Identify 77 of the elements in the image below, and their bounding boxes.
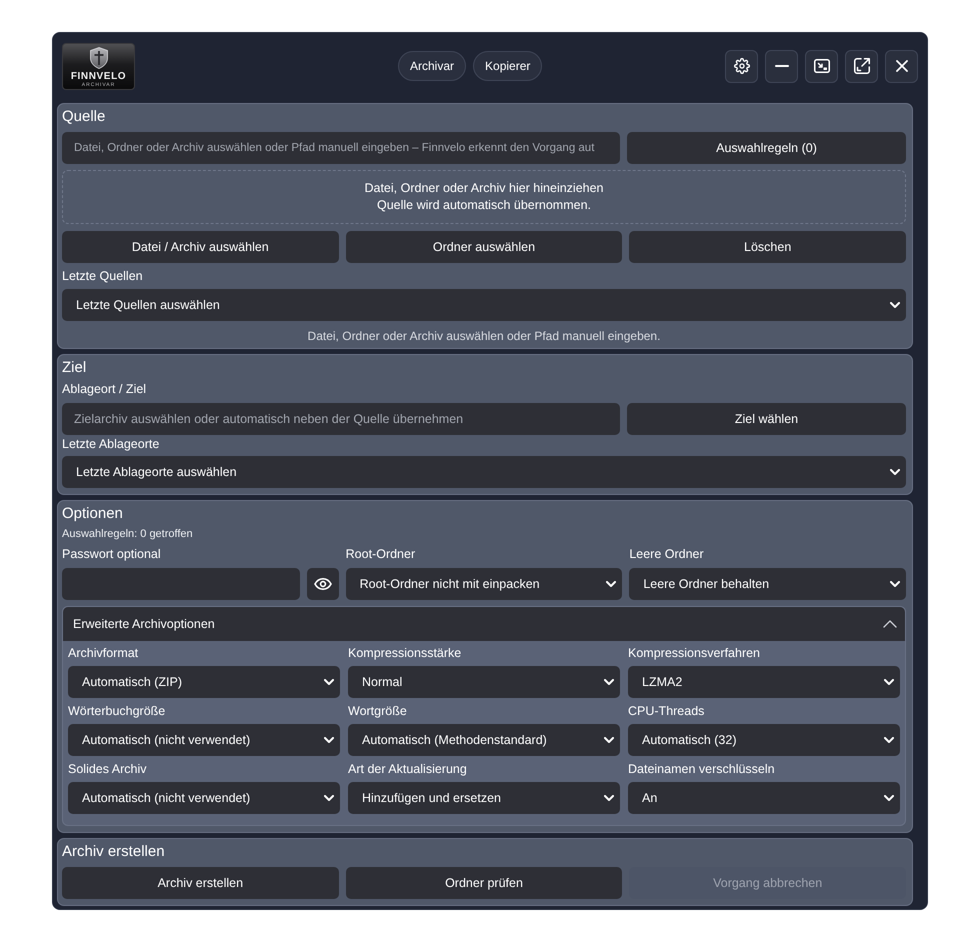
expand-icon: [854, 58, 870, 74]
section-title: Archiv erstellen: [62, 842, 165, 862]
field-label: Wortgröße: [348, 703, 407, 719]
chevron-down-icon: [890, 469, 900, 475]
close-button[interactable]: [885, 50, 918, 82]
chevron-down-icon: [604, 679, 614, 685]
chevron-down-icon: [604, 737, 614, 743]
chevron-down-icon: [890, 302, 900, 308]
dropdown[interactable]: Hinzufügen und ersetzen: [348, 782, 620, 814]
chevron-down-icon: [606, 581, 616, 587]
dropdown[interactable]: LZMA2: [628, 666, 900, 698]
field-label: Archivformat: [68, 645, 138, 661]
settings-button[interactable]: [725, 50, 758, 82]
close-icon: [896, 60, 908, 72]
shield-icon: [90, 46, 108, 68]
dropdown[interactable]: Automatisch (nicht verwendet): [68, 724, 340, 756]
minimize-icon: [774, 65, 788, 67]
action-button[interactable]: Archiv erstellen: [62, 867, 339, 899]
pop-out-button[interactable]: [845, 50, 878, 82]
chevron-down-icon: [324, 737, 334, 743]
rules-button[interactable]: Auswahlregeln (0): [627, 132, 906, 164]
dropdown[interactable]: Leere Ordner behalten: [629, 568, 906, 600]
section-title: Optionen: [62, 504, 123, 524]
dropdown[interactable]: Automatisch (32): [628, 724, 900, 756]
field-label: Ablageort / Ziel: [62, 381, 146, 397]
chevron-down-icon: [324, 679, 334, 685]
hint-text: Datei, Ordner oder Archiv auswählen oder Pfad manuell eingeben.: [308, 328, 660, 344]
field-label: Dateinamen verschlüsseln: [628, 761, 775, 777]
drop-zone[interactable]: Datei, Ordner oder Archiv hier hineinziehen Quelle wird automatisch übernommen.: [62, 170, 906, 224]
chevron-down-icon: [884, 737, 894, 743]
dropdown[interactable]: Root-Ordner nicht mit einpacken: [346, 568, 622, 600]
advanced-toggle[interactable]: Erweiterte Archivoptionen: [63, 607, 905, 641]
action-button[interactable]: Ordner auswählen: [346, 231, 622, 263]
field-label: Root-Ordner: [346, 546, 416, 562]
action-button[interactable]: Datei / Archiv auswählen: [62, 231, 339, 263]
action-button[interactable]: Löschen: [629, 231, 906, 263]
chevron-up-icon: [883, 620, 897, 628]
field-label: Letzte Quellen: [62, 268, 143, 284]
minimize-button[interactable]: [765, 50, 798, 82]
chevron-down-icon: [890, 581, 900, 587]
chevron-down-icon: [884, 795, 894, 801]
compact-view-button[interactable]: [805, 50, 838, 82]
field-label: Art der Aktualisierung: [348, 761, 467, 777]
section-title: Quelle: [62, 107, 106, 127]
settings-icon: [734, 58, 750, 74]
field-label: Kompressionsstärke: [348, 645, 462, 661]
field-label: Passwort optional: [62, 546, 161, 562]
mode-button[interactable]: Archivar: [398, 51, 466, 81]
dropdown[interactable]: Automatisch (nicht verwendet): [68, 782, 340, 814]
chevron-down-icon: [324, 795, 334, 801]
path-input[interactable]: Datei, Ordner oder Archiv auswählen oder Pfad manuell eingeben – Finnvelo erkennt den Vorgang aut: [62, 132, 620, 164]
dropdown[interactable]: An: [628, 782, 900, 814]
section-title: Ziel: [62, 358, 86, 378]
dropdown[interactable]: Letzte Ablageorte auswählen: [62, 456, 906, 488]
chevron-down-icon: [604, 795, 614, 801]
field-label: Wörterbuchgröße: [68, 703, 166, 719]
mode-button[interactable]: Kopierer: [473, 51, 542, 81]
field-label: Leere Ordner: [629, 546, 704, 562]
action-button[interactable]: Ordner prüfen: [346, 867, 622, 899]
field-label: Letzte Ablageorte: [62, 436, 160, 452]
path-input[interactable]: Zielarchiv auswählen oder automatisch neben der Quelle übernehmen: [62, 403, 620, 435]
dropdown[interactable]: Automatisch (ZIP): [68, 666, 340, 698]
dropdown[interactable]: Normal: [348, 666, 620, 698]
rules-summary-text: Auswahlregeln: 0 getroffen: [62, 527, 193, 541]
chevron-down-icon: [884, 679, 894, 685]
drop-hint-text: Datei, Ordner oder Archiv hier hineinziehen: [364, 180, 604, 197]
field-label: Solides Archiv: [68, 761, 147, 777]
dropdown[interactable]: Automatisch (Methodenstandard): [348, 724, 620, 756]
field-label: CPU-Threads: [628, 703, 704, 719]
dropdown[interactable]: Letzte Quellen auswählen: [62, 289, 906, 321]
logo-text: FINNVELO: [70, 70, 126, 82]
choose-target-button[interactable]: Ziel wählen: [627, 403, 906, 435]
drop-hint-text: Quelle wird automatisch übernommen.: [377, 197, 591, 214]
eye-icon: [314, 578, 332, 590]
show-password-button[interactable]: [306, 568, 339, 600]
field-label: Kompressionsverfahren: [628, 645, 760, 661]
password-field[interactable]: [62, 568, 300, 600]
